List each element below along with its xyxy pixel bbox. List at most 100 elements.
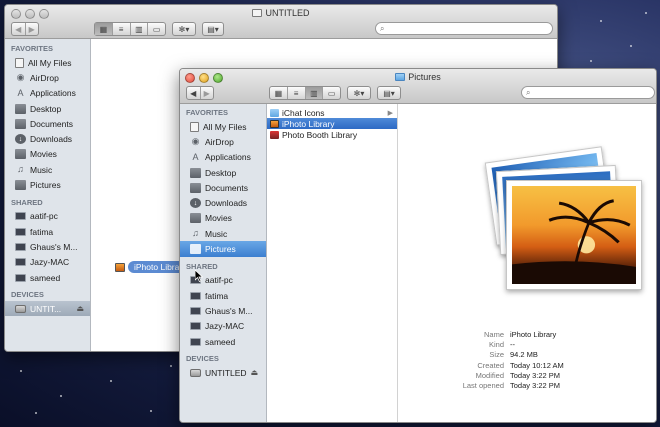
disclosure-arrow-icon: ▶ xyxy=(387,109,393,117)
sidebar-item-desktop[interactable]: Desktop xyxy=(180,165,266,180)
coverflow-view-icon[interactable]: ▭ xyxy=(323,87,340,99)
action-menu-button[interactable]: ✻▾ xyxy=(172,22,196,36)
finder-window-pictures: Pictures ◀ ▶ ▦ ≡ ▥ ▭ ✻▾ ▤▾ ⌕ FAVORITES A… xyxy=(179,68,657,423)
music-icon: ♫ xyxy=(17,164,24,175)
sidebar-item-airdrop[interactable]: ◉ AirDrop xyxy=(180,134,266,149)
computer-icon xyxy=(15,212,26,221)
eject-icon[interactable]: ⏏ xyxy=(76,304,84,313)
search-icon: ⌕ xyxy=(380,23,385,33)
sidebar-item-downloads[interactable]: ↓ Downloads xyxy=(5,131,90,146)
column-item-iphoto-library[interactable]: iPhoto Library xyxy=(267,118,397,129)
column-view-icon[interactable]: ▥ xyxy=(305,87,324,99)
icon-view-icon[interactable]: ▦ xyxy=(270,87,288,99)
sidebar-item-device-untitled[interactable]: UNTIT... ⏏ xyxy=(5,301,90,317)
sidebar-item-desktop[interactable]: Desktop xyxy=(5,101,90,116)
column-view-icon[interactable]: ▥ xyxy=(131,23,149,35)
action-menu-button[interactable]: ✻▾ xyxy=(347,86,371,100)
arrange-menu-button[interactable]: ▤▾ xyxy=(377,86,401,100)
gear-icon: ✻▾ xyxy=(178,24,190,34)
sidebar-item-shared-host[interactable]: aatif-pc xyxy=(180,273,266,288)
forward-arrow-icon[interactable]: ▶ xyxy=(26,23,39,35)
sidebar-item-shared-host[interactable]: Jazy-MAC xyxy=(5,255,90,270)
list-view-icon[interactable]: ≡ xyxy=(288,87,306,99)
forward-arrow-icon[interactable]: ▶ xyxy=(201,87,214,99)
movies-icon xyxy=(190,213,201,224)
sidebar-item-shared-host[interactable]: aatif-pc xyxy=(5,209,90,224)
eject-icon[interactable]: ⏏ xyxy=(251,368,259,377)
preview-pane: Name iPhoto Library Kind -- Size 94.2 MB Cr… xyxy=(398,104,656,422)
info-row-last-opened: Last opened Today 3:22 PM xyxy=(462,380,561,390)
info-row-name: Name iPhoto Library xyxy=(483,330,557,339)
list-view-icon[interactable]: ≡ xyxy=(113,23,131,35)
sidebar: FAVORITES All My Files ◉ AirDrop A Applica… xyxy=(5,39,91,351)
info-row-modified: Modified Today 3:22 PM xyxy=(475,370,561,380)
sidebar-item-applications[interactable]: A Applications xyxy=(180,150,266,165)
document-stack-icon xyxy=(15,57,24,68)
view-mode-control[interactable]: ▦ ≡ ▥ ▭ xyxy=(94,22,166,36)
back-arrow-icon[interactable]: ◀ xyxy=(12,23,26,35)
search-input[interactable] xyxy=(533,88,654,97)
sidebar-item-pictures[interactable]: Pictures xyxy=(5,177,90,192)
applications-icon: A xyxy=(192,151,199,162)
computer-icon xyxy=(190,306,201,315)
sidebar-item-all-my-files[interactable]: All My Files xyxy=(180,119,266,134)
sidebar-item-documents[interactable]: Documents xyxy=(5,116,90,131)
drive-icon xyxy=(252,9,263,17)
sidebar-item-shared-host[interactable]: Jazy-MAC xyxy=(180,319,266,334)
sidebar-item-music[interactable]: ♫ Music xyxy=(5,162,90,177)
back-arrow-icon[interactable]: ◀ xyxy=(187,87,201,99)
sidebar-item-documents[interactable]: Documents xyxy=(180,180,266,195)
info-row-size: Size 94.2 MB xyxy=(489,350,538,360)
movies-icon xyxy=(15,149,26,160)
arrange-icon: ▤▾ xyxy=(207,24,219,34)
documents-icon xyxy=(190,182,201,193)
drive-icon xyxy=(15,304,26,313)
window-title: UNTITLED xyxy=(5,8,557,18)
view-mode-control[interactable]: ▦ ≡ ▥ ▭ xyxy=(269,86,341,100)
sidebar-item-downloads[interactable]: ↓ Downloads xyxy=(180,195,266,210)
back-forward-buttons[interactable]: ◀ ▶ xyxy=(186,86,214,100)
column-pictures: iChat Icons ▶ iPhoto Library Photo Booth… xyxy=(267,104,398,422)
sidebar-item-movies[interactable]: Movies xyxy=(5,147,90,162)
iphoto-library-preview-icon xyxy=(506,180,642,290)
downloads-icon: ↓ xyxy=(190,198,201,209)
back-forward-buttons[interactable]: ◀ ▶ xyxy=(11,22,39,36)
sidebar-item-airdrop[interactable]: ◉ AirDrop xyxy=(5,70,90,85)
sidebar-item-shared-host[interactable]: Ghaus's M... xyxy=(5,239,90,254)
icon-view-icon[interactable]: ▦ xyxy=(95,23,113,35)
sidebar-header-shared: SHARED xyxy=(11,197,43,207)
documents-icon xyxy=(15,118,26,129)
sidebar-item-shared-host[interactable]: fatima xyxy=(5,224,90,239)
computer-icon xyxy=(15,227,26,236)
sidebar-item-shared-host[interactable]: sameed xyxy=(180,334,266,349)
photo-booth-icon xyxy=(270,130,279,139)
coverflow-view-icon[interactable]: ▭ xyxy=(148,23,165,35)
computer-icon xyxy=(190,337,201,346)
search-input[interactable] xyxy=(387,24,552,33)
sidebar-item-music[interactable]: ♫ Music xyxy=(180,226,266,241)
search-icon: ⌕ xyxy=(526,87,531,97)
sidebar-header-devices: DEVICES xyxy=(186,354,219,364)
computer-icon xyxy=(15,273,26,282)
sidebar-item-applications[interactable]: A Applications xyxy=(5,86,90,101)
sidebar-item-shared-host[interactable]: sameed xyxy=(5,270,90,285)
document-stack-icon xyxy=(190,121,199,132)
info-row-kind: Kind -- xyxy=(488,340,515,350)
pictures-icon xyxy=(15,180,26,191)
folder-icon xyxy=(270,108,279,117)
sidebar-item-movies[interactable]: Movies xyxy=(180,211,266,226)
search-field[interactable]: ⌕ xyxy=(521,86,655,99)
sidebar-item-shared-host[interactable]: Ghaus's M... xyxy=(180,303,266,318)
sidebar-item-device-untitled[interactable]: UNTITLED ⏏ xyxy=(180,365,266,380)
arrange-menu-button[interactable]: ▤▾ xyxy=(202,22,224,36)
info-row-created: Created Today 10:12 AM xyxy=(477,360,564,370)
column-item-ichat-icons[interactable]: iChat Icons ▶ xyxy=(267,107,397,118)
sidebar-item-shared-host[interactable]: fatima xyxy=(180,288,266,303)
column-item-photo-booth-library[interactable]: Photo Booth Library xyxy=(267,129,397,140)
sidebar-item-all-my-files[interactable]: All My Files xyxy=(5,55,90,70)
computer-icon xyxy=(190,322,201,331)
drive-icon xyxy=(190,368,201,377)
sidebar-item-pictures[interactable]: Pictures xyxy=(180,241,266,257)
search-field[interactable]: ⌕ xyxy=(375,22,553,35)
iphoto-library-icon xyxy=(270,119,279,128)
